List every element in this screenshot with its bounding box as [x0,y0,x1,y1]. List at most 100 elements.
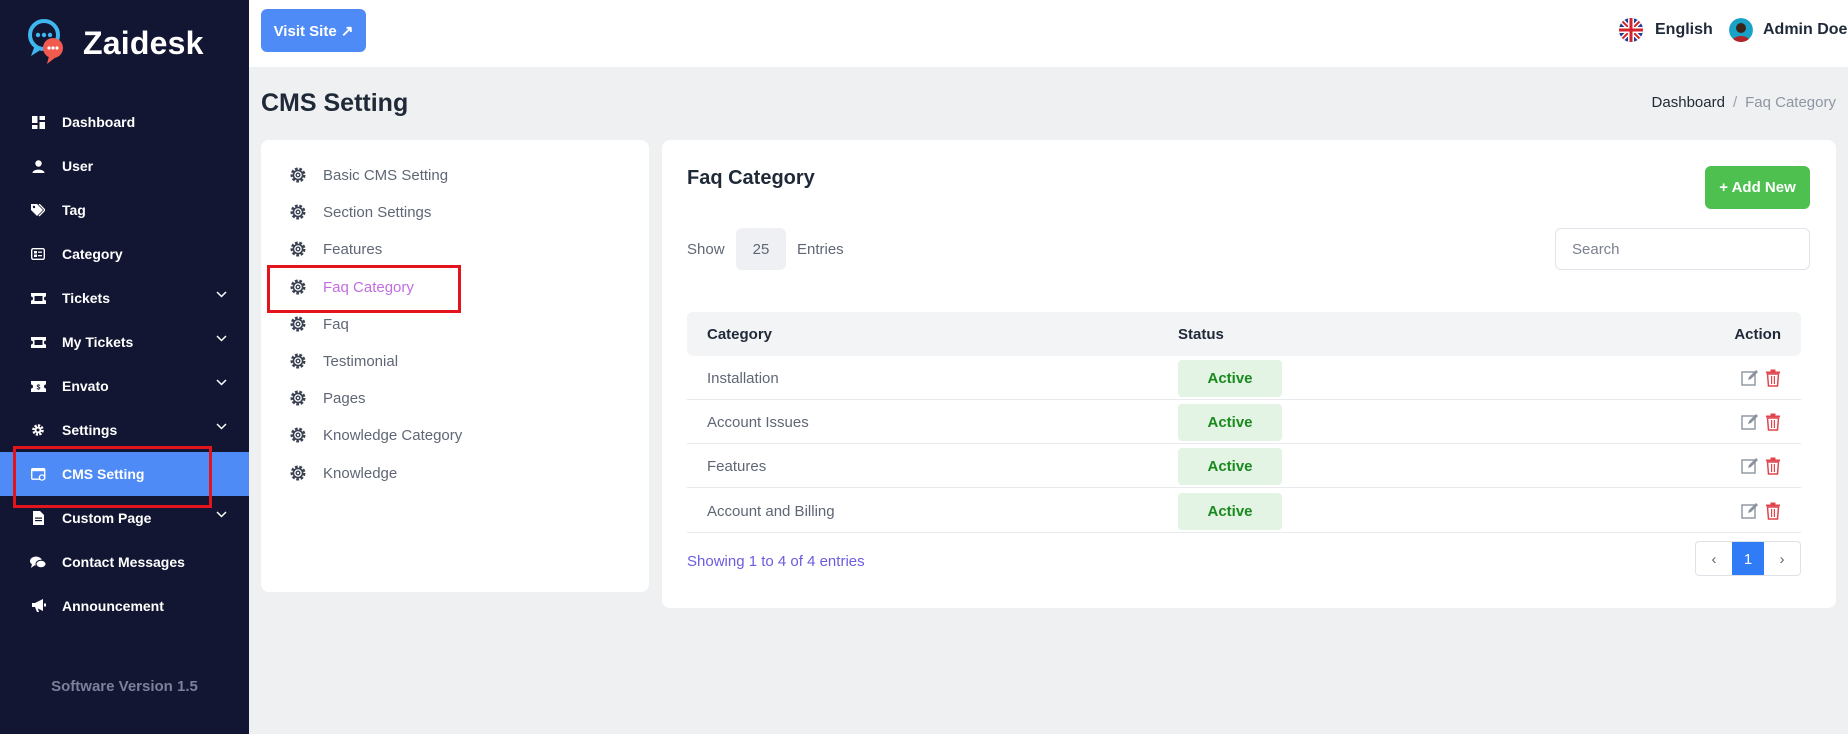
megaphone-icon [30,598,46,614]
sidebar-item-settings[interactable]: Settings [0,408,249,452]
sidebar-item-label: Custom Page [62,510,152,526]
file-icon [30,510,46,526]
user-menu[interactable]: Admin Doe [1729,18,1847,42]
sidebar-item-my-tickets[interactable]: My Tickets [0,320,249,364]
sidebar-item-label: Announcement [62,598,164,614]
sidebar-item-tag[interactable]: Tag [0,188,249,232]
cms-item-label: Faq Category [323,278,414,296]
table-row: Features Active [687,444,1801,488]
sidebar-item-label: Settings [62,422,118,438]
user-icon [30,158,46,174]
chevron-down-icon [216,335,227,342]
pagination-prev[interactable]: ‹ [1696,542,1732,575]
brand[interactable]: Zaidesk [27,18,204,68]
row-actions [1741,457,1783,475]
sidebar-item-label: Tickets [62,290,110,306]
delete-icon[interactable] [1765,413,1783,431]
gear-icon [290,465,306,481]
sidebar-item-announcement[interactable]: Announcement [0,584,249,628]
sidebar-item-user[interactable]: User [0,144,249,188]
edit-icon[interactable] [1741,413,1759,431]
gear-icon [30,422,46,438]
showing-entries-info: Showing 1 to 4 of 4 entries [687,553,865,570]
sidebar-item-label: Envato [62,378,109,394]
cms-item-section-settings[interactable]: Section Settings [289,197,431,227]
sidebar-item-label: User [62,158,94,174]
cms-item-faq-category[interactable]: Faq Category [289,272,414,302]
avatar [1729,18,1753,42]
status-badge: Active [1178,448,1282,485]
grid-icon [30,114,46,130]
gear-icon [290,279,306,295]
cms-icon [30,466,46,482]
sidebar-item-envato[interactable]: $ Envato [0,364,249,408]
sidebar-item-tickets[interactable]: Tickets [0,276,249,320]
software-version: Software Version 1.5 [51,678,198,695]
delete-icon[interactable] [1765,369,1783,387]
sidebar-item-contact-messages[interactable]: Contact Messages [0,540,249,584]
cms-item-label: Testimonial [323,352,399,370]
category-cell: Account Issues [707,414,809,431]
sidebar-item-label: Category [62,246,123,262]
topbar: Visit Site ↗ English Admin Doe [249,0,1848,67]
category-cell: Features [707,458,767,475]
visit-site-button[interactable]: Visit Site ↗ [261,9,366,52]
language-label: English [1655,21,1713,38]
row-actions [1741,502,1783,520]
cms-item-faq[interactable]: Faq [289,309,349,339]
gear-icon [290,390,306,406]
sidebar-item-cms-setting[interactable]: CMS Setting [0,452,249,496]
entries-label: Entries [797,241,844,258]
sidebar-item-label: Tag [62,202,86,218]
column-header-status[interactable]: Status [1178,326,1224,343]
pagination-page[interactable]: 1 [1732,542,1764,575]
status-badge: Active [1178,404,1282,441]
gear-icon [290,241,306,257]
sidebar-item-custom-page[interactable]: Custom Page [0,496,249,540]
table-row: Installation Active [687,356,1801,400]
category-icon [30,246,46,262]
chat-icon [30,554,46,570]
svg-text:$: $ [36,384,40,391]
breadcrumb: Dashboard / Faq Category [1652,94,1836,111]
cms-item-basic-cms-setting[interactable]: Basic CMS Setting [289,160,448,190]
sidebar-nav: Dashboard User Tag Category Tickets My T… [0,100,249,628]
breadcrumb-home[interactable]: Dashboard [1652,94,1725,111]
sidebar-item-category[interactable]: Category [0,232,249,276]
sidebar-item-dashboard[interactable]: Dashboard [0,100,249,144]
category-cell: Account and Billing [707,503,835,520]
cms-item-label: Faq [323,315,349,333]
chevron-down-icon [216,291,227,298]
cms-item-knowledge[interactable]: Knowledge [289,458,397,488]
cms-item-pages[interactable]: Pages [289,383,366,413]
faq-category-card: Faq Category + Add New Show 25 Entries C… [662,140,1836,608]
show-label: Show [687,241,725,258]
sidebar-item-label: Contact Messages [62,554,185,570]
brand-name: Zaidesk [83,24,204,61]
cms-item-label: Knowledge [323,464,398,482]
cms-item-testimonial[interactable]: Testimonial [289,346,398,376]
gear-icon [290,353,306,369]
add-new-button[interactable]: + Add New [1705,166,1810,209]
pagination: ‹ 1 › [1695,541,1801,576]
pagination-next[interactable]: › [1764,542,1800,575]
cms-item-knowledge-category[interactable]: Knowledge Category [289,420,462,450]
edit-icon[interactable] [1741,369,1759,387]
status-badge: Active [1178,360,1282,397]
sidebar-item-label: CMS Setting [62,466,145,482]
column-header-action: Action [1734,326,1781,343]
entries-select[interactable]: 25 [736,228,786,270]
ticket-icon [30,334,46,350]
uk-flag-icon [1619,18,1643,42]
row-actions [1741,413,1783,431]
column-header-category[interactable]: Category [707,326,772,343]
sidebar-item-label: Dashboard [62,114,136,130]
search-input[interactable] [1555,228,1810,270]
language-selector[interactable]: English [1619,18,1713,42]
edit-icon[interactable] [1741,457,1759,475]
delete-icon[interactable] [1765,457,1783,475]
gear-icon [290,316,306,332]
edit-icon[interactable] [1741,502,1759,520]
delete-icon[interactable] [1765,502,1783,520]
cms-item-features[interactable]: Features [289,234,382,264]
